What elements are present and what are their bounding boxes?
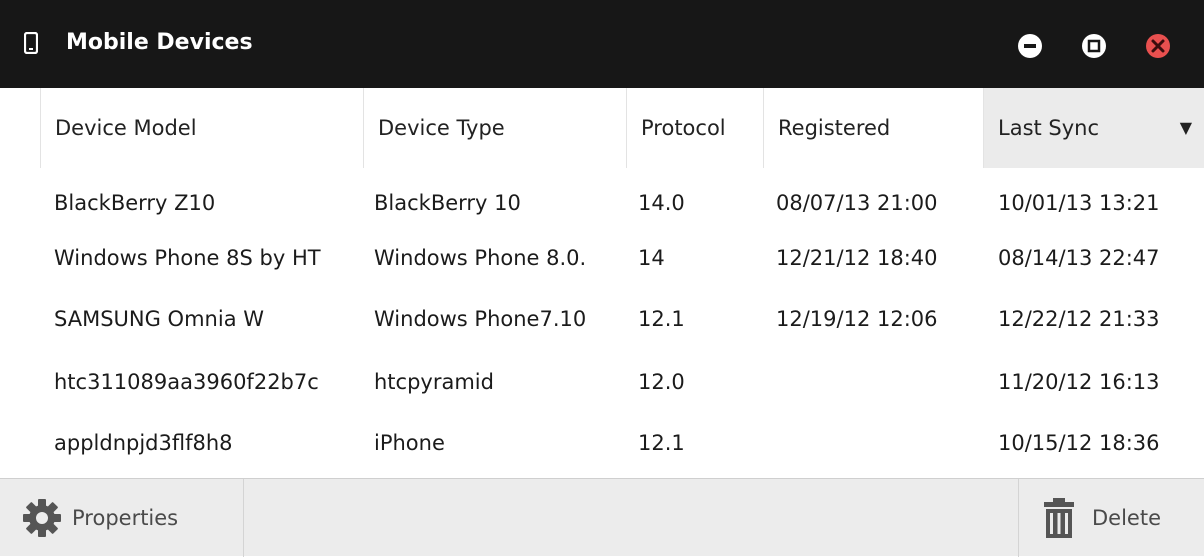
cell-last-sync: 11/20/12 16:13 [998, 370, 1160, 394]
cell-protocol: 14 [638, 246, 665, 270]
properties-button[interactable]: Properties [22, 479, 178, 557]
table-header: Device Model Device Type Protocol Regist… [0, 88, 1204, 168]
cell-registered: 12/19/12 12:06 [776, 307, 938, 331]
cell-device-model: htc311089aa3960f22b7c [54, 370, 319, 394]
properties-label: Properties [72, 506, 179, 530]
cell-device-type: Windows Phone7.10 [374, 307, 587, 331]
mobile-phone-icon [24, 32, 38, 54]
cell-device-model: SAMSUNG Omnia W [54, 307, 264, 331]
maximize-button[interactable] [1081, 33, 1107, 59]
window-title: Mobile Devices [66, 30, 253, 55]
bottom-toolbar: Properties Delete [0, 478, 1204, 557]
cell-last-sync: 10/01/13 13:21 [998, 191, 1160, 215]
cell-protocol: 12.1 [638, 307, 685, 331]
column-header-label: Registered [778, 116, 891, 140]
cell-device-model: appldnpjd3flf8h8 [54, 431, 233, 455]
cell-device-model: Windows Phone 8S by HT [54, 246, 321, 270]
table-row[interactable]: SAMSUNG Omnia W Windows Phone7.10 12.1 1… [0, 294, 1204, 344]
close-icon [1146, 34, 1170, 58]
cell-protocol: 12.0 [638, 370, 685, 394]
sort-descending-icon: ▼ [1179, 118, 1192, 137]
mobile-devices-window: Mobile Devices Device Model Device Type … [0, 0, 1204, 557]
table-row[interactable]: htc311089aa3960f22b7c htcpyramid 12.0 11… [0, 357, 1204, 407]
cell-device-model: BlackBerry Z10 [54, 191, 216, 215]
cell-last-sync: 10/15/12 18:36 [998, 431, 1160, 455]
cell-registered: 12/21/12 18:40 [776, 246, 938, 270]
close-button[interactable] [1145, 33, 1171, 59]
column-header-label: Device Type [378, 116, 505, 140]
cell-registered: 08/07/13 21:00 [776, 191, 938, 215]
gear-icon [23, 499, 61, 537]
cell-device-type: htcpyramid [374, 370, 494, 394]
cell-last-sync: 08/14/13 22:47 [998, 246, 1160, 270]
cell-registered [776, 418, 998, 468]
column-header-device-model[interactable]: Device Model [41, 88, 363, 168]
delete-button[interactable]: Delete [1042, 479, 1161, 557]
column-header-last-sync[interactable]: Last Sync ▼ [984, 88, 1204, 168]
table-row[interactable]: Windows Phone 8S by HT Windows Phone 8.0… [0, 233, 1204, 283]
cell-device-type: iPhone [374, 431, 445, 455]
title-bar: Mobile Devices [0, 0, 1204, 88]
column-header-label: Last Sync [998, 116, 1100, 140]
maximize-icon [1082, 34, 1106, 58]
cell-device-type: BlackBerry 10 [374, 191, 521, 215]
column-header-label: Device Model [55, 116, 197, 140]
cell-last-sync: 12/22/12 21:33 [998, 307, 1160, 331]
delete-label: Delete [1092, 506, 1161, 530]
column-header-registered[interactable]: Registered [764, 88, 983, 168]
column-header-protocol[interactable]: Protocol [627, 88, 763, 168]
column-header-device-type[interactable]: Device Type [364, 88, 626, 168]
minimize-icon [1018, 34, 1042, 58]
cell-protocol: 12.1 [638, 431, 685, 455]
minimize-button[interactable] [1017, 33, 1043, 59]
table-row[interactable]: BlackBerry Z10 BlackBerry 10 14.0 08/07/… [0, 178, 1204, 228]
cell-protocol: 14.0 [638, 191, 685, 215]
column-header-label: Protocol [641, 116, 726, 140]
cell-registered [776, 357, 998, 407]
table-row[interactable]: appldnpjd3flf8h8 iPhone 12.1 10/15/12 18… [0, 418, 1204, 468]
cell-device-type: Windows Phone 8.0. [374, 246, 587, 270]
device-list: BlackBerry Z10 BlackBerry 10 14.0 08/07/… [0, 168, 1204, 478]
trash-icon [1044, 498, 1074, 538]
